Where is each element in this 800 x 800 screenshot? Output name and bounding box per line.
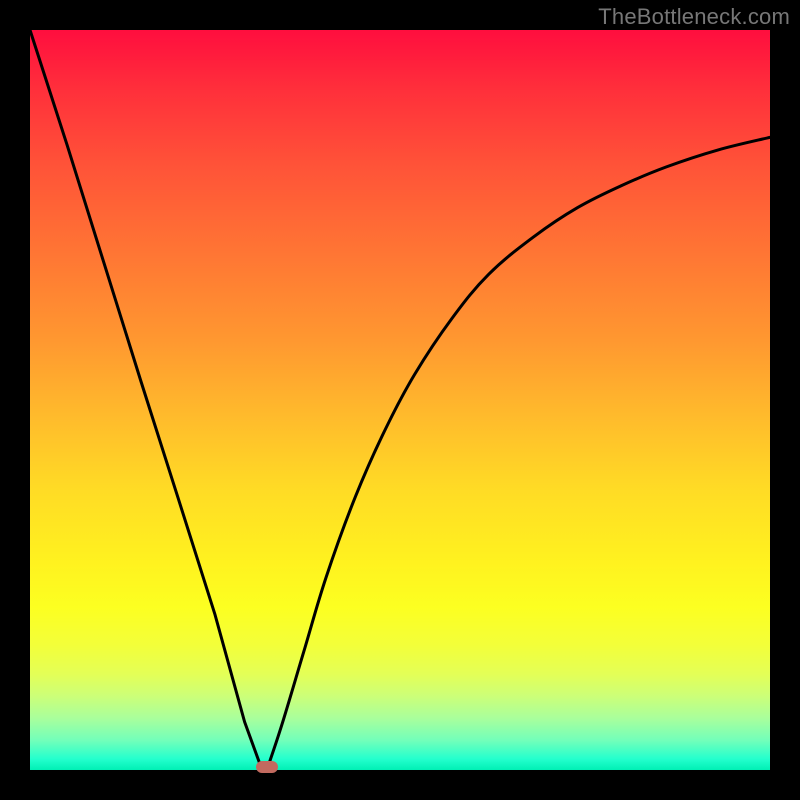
right-branch-path: [267, 137, 770, 770]
plot-area: [30, 30, 770, 770]
curve-svg: [30, 30, 770, 770]
watermark-text: TheBottleneck.com: [598, 4, 790, 30]
minimum-marker: [256, 761, 278, 773]
left-branch-path: [30, 30, 267, 770]
chart-frame: TheBottleneck.com: [0, 0, 800, 800]
